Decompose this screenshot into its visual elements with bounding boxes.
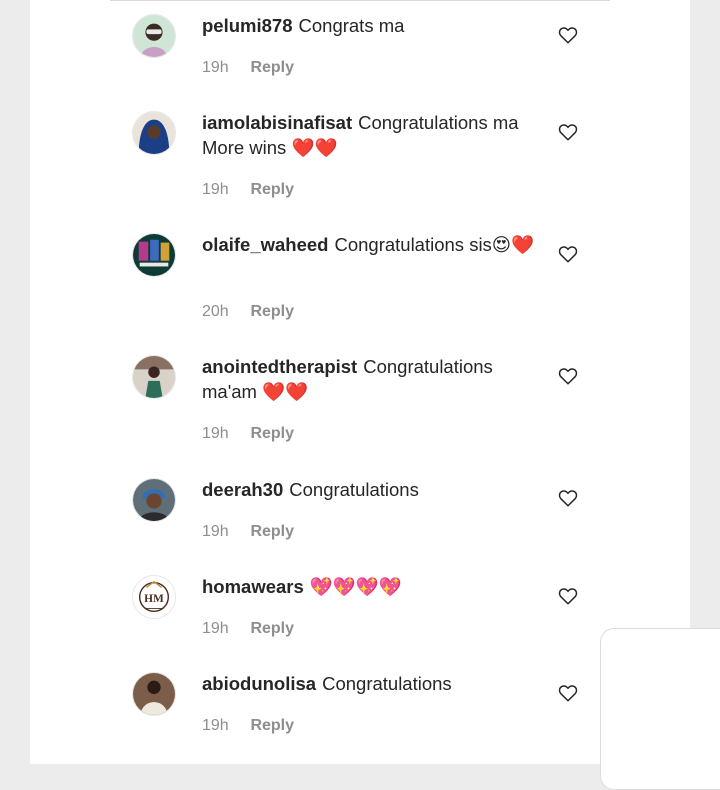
heart-outline-icon	[558, 368, 578, 385]
heart-outline-icon	[558, 246, 578, 263]
avatar[interactable]	[132, 672, 176, 716]
heart-outline-icon	[558, 588, 578, 605]
reply-button[interactable]: Reply	[250, 620, 294, 637]
comment-username[interactable]: deerah30	[202, 479, 283, 500]
avatar[interactable]: HM	[132, 575, 176, 619]
overlay-card-edge	[600, 628, 720, 790]
comment-time: 19h	[202, 59, 229, 76]
divider	[110, 0, 610, 1]
comment-text: Congratulations sis😍❤️	[334, 234, 535, 255]
comment-username[interactable]: abiodunolisa	[202, 673, 316, 694]
comment-time: 19h	[202, 620, 229, 637]
avatar[interactable]	[132, 478, 176, 522]
like-button[interactable]	[558, 123, 578, 141]
heart-outline-icon	[558, 685, 578, 702]
comment-username[interactable]: homawears	[202, 576, 304, 597]
avatar-photo-icon	[133, 234, 175, 276]
comment-text: Congratulations	[289, 479, 419, 500]
reply-button[interactable]: Reply	[250, 59, 294, 76]
comment-time: 20h	[202, 303, 229, 320]
avatar-logo-icon: HM	[133, 576, 175, 618]
comment-time: 19h	[202, 523, 229, 540]
comment-username[interactable]: olaife_waheed	[202, 234, 328, 255]
comment-text: Congrats ma	[298, 15, 405, 36]
comment-time: 19h	[202, 425, 229, 442]
like-button[interactable]	[558, 245, 578, 263]
reply-button[interactable]: Reply	[250, 523, 294, 540]
reply-button[interactable]: Reply	[250, 303, 294, 320]
like-button[interactable]	[558, 684, 578, 702]
reply-button[interactable]: Reply	[250, 425, 294, 442]
avatar[interactable]	[132, 14, 176, 58]
like-button[interactable]	[558, 367, 578, 385]
like-button[interactable]	[558, 26, 578, 44]
avatar-photo-icon	[133, 15, 175, 57]
avatar-photo-icon	[133, 673, 175, 715]
like-button[interactable]	[558, 587, 578, 605]
like-button[interactable]	[558, 489, 578, 507]
avatar[interactable]	[132, 355, 176, 399]
logo-text: HM	[144, 593, 164, 605]
comment-username[interactable]: anointedtherapist	[202, 356, 357, 377]
heart-outline-icon	[558, 124, 578, 141]
comment-username[interactable]: pelumi878	[202, 15, 293, 36]
comment-time: 19h	[202, 717, 229, 734]
avatar-photo-icon	[133, 479, 175, 521]
comment-time: 19h	[202, 181, 229, 198]
avatar-photo-icon	[133, 112, 175, 154]
comment-text: Congratulations	[322, 673, 452, 694]
comment-username[interactable]: iamolabisinafisat	[202, 112, 352, 133]
heart-outline-icon	[558, 490, 578, 507]
heart-outline-icon	[558, 27, 578, 44]
reply-button[interactable]: Reply	[250, 181, 294, 198]
comment-text: 💖💖💖💖	[309, 576, 402, 597]
reply-button[interactable]: Reply	[250, 717, 294, 734]
avatar[interactable]	[132, 111, 176, 155]
avatar-photo-icon	[133, 356, 175, 398]
avatar[interactable]	[132, 233, 176, 277]
